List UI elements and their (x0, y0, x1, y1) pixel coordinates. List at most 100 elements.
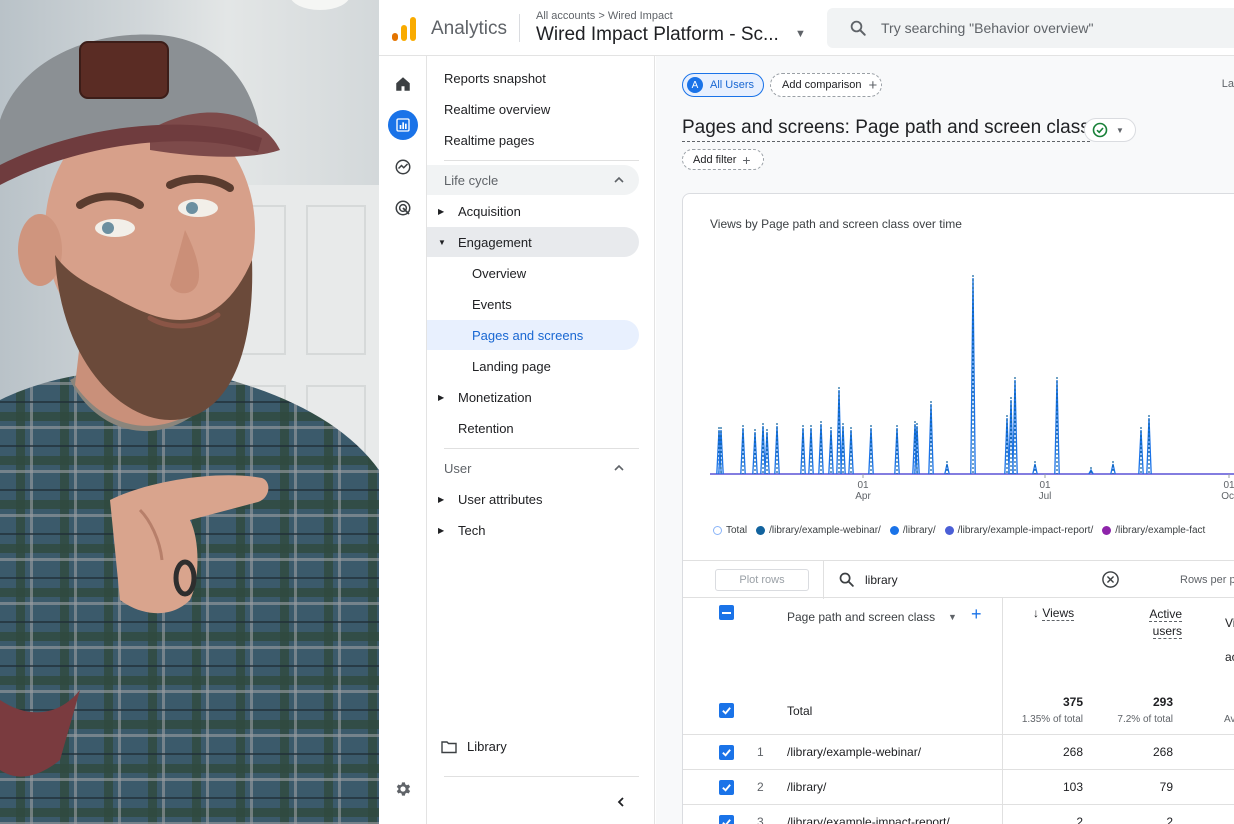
column-divider (1002, 805, 1003, 824)
legend-item-example-webinar[interactable]: /library/example-webinar/ (756, 525, 881, 536)
row-checkbox[interactable] (719, 780, 734, 795)
row-page-path[interactable]: /library/example-webinar/ (787, 745, 921, 759)
row-active-users: 79 (1159, 780, 1173, 794)
segment-chip-all-users[interactable]: A All Users (682, 73, 764, 97)
nav-item-realtime-pages[interactable]: Realtime pages (427, 125, 639, 155)
account-breadcrumb[interactable]: All accounts > Wired Impact (536, 10, 673, 22)
nav-section-life-cycle[interactable]: Life cycle (427, 165, 639, 195)
chart-legend: Total /library/example-webinar/ /library… (713, 525, 1214, 536)
collapse-nav-button[interactable] (609, 790, 633, 814)
table-row[interactable]: 2 /library/ 103 79 (683, 769, 1234, 805)
report-status-button[interactable]: ▼ (1084, 118, 1136, 142)
nav-section-user[interactable]: User (427, 453, 639, 483)
nav-item-user-attributes[interactable]: ▶ User attributes (427, 484, 639, 514)
nav-divider (444, 448, 639, 449)
report-main: A All Users Add comparison + La Pages an… (656, 56, 1234, 824)
legend-item-example-impact-report[interactable]: /library/example-impact-report/ (944, 525, 1093, 536)
nav-item-tech[interactable]: ▶ Tech (427, 515, 639, 545)
legend-swatch (889, 526, 899, 535)
column-header-dimension[interactable]: Page path and screen class (787, 610, 935, 624)
search-bar[interactable] (827, 8, 1234, 48)
header-divider (519, 14, 520, 42)
property-dropdown-icon[interactable]: ▼ (795, 28, 806, 40)
nav-item-engagement[interactable]: ▼ Engagement (427, 227, 639, 257)
add-dimension-button[interactable]: + (971, 604, 982, 625)
date-range-label[interactable]: La (1222, 78, 1234, 90)
nav-item-events[interactable]: Events (427, 289, 639, 319)
folder-icon (441, 740, 457, 753)
legend-item-example-fact[interactable]: /library/example-fact (1102, 525, 1205, 536)
total-avg-truncated: Avg -8 (1224, 714, 1234, 725)
checkmark-icon (722, 784, 731, 792)
row-number: 3 (757, 815, 764, 824)
column-header-views[interactable]: ↓ Views (1033, 606, 1075, 621)
checkmark-icon (722, 707, 731, 715)
row-number: 1 (757, 745, 764, 759)
x-tick-label-day: 01 (1039, 480, 1051, 491)
row-views: 103 (1062, 780, 1083, 794)
nav-item-reports-snapshot[interactable]: Reports snapshot (427, 63, 639, 93)
column-header-truncated[interactable]: Vi ac (1225, 606, 1234, 674)
row-active-users: 2 (1166, 815, 1173, 824)
app-header: Analytics All accounts > Wired Impact Wi… (379, 0, 1234, 56)
nav-item-retention[interactable]: Retention (427, 413, 639, 443)
legend-item-total[interactable]: Total (713, 525, 747, 536)
plot-rows-button[interactable]: Plot rows (715, 569, 809, 591)
nav-item-acquisition[interactable]: ▶ Acquisition (427, 196, 639, 226)
views-over-time-chart: 01Apr01Jul01Oct (710, 275, 1234, 502)
x-tick-label-month: Apr (855, 491, 871, 502)
legend-item-library[interactable]: /library/ (889, 525, 936, 536)
table-search-input[interactable] (865, 569, 1095, 591)
reports-icon[interactable] (388, 110, 418, 140)
explore-icon[interactable] (388, 152, 418, 182)
add-comparison-button[interactable]: Add comparison + (770, 73, 882, 97)
table-row[interactable]: 3 /library/example-impact-report/ 2 2 (683, 804, 1234, 824)
rows-per-page-label: Rows per p (1180, 574, 1234, 586)
row-page-path[interactable]: /library/ (787, 780, 826, 794)
clear-search-icon[interactable] (1101, 570, 1120, 589)
advertising-icon[interactable] (388, 193, 418, 223)
segment-avatar: A (687, 77, 703, 93)
property-selector[interactable]: Wired Impact Platform - Sc... (536, 24, 779, 46)
search-input[interactable] (881, 8, 1221, 48)
report-card: Views by Page path and screen class over… (682, 193, 1234, 824)
caret-right-icon: ▶ (438, 206, 445, 216)
search-icon (850, 20, 866, 36)
presenter-illustration (0, 34, 379, 824)
x-tick-label-month: Jul (1039, 491, 1052, 502)
chart-title: Views by Page path and screen class over… (710, 217, 962, 231)
nav-item-landing-page[interactable]: Landing page (427, 351, 639, 381)
total-row-checkbox[interactable] (719, 703, 734, 718)
home-icon[interactable] (388, 69, 418, 99)
column-divider (1002, 735, 1003, 770)
dimension-dropdown-icon[interactable]: ▼ (948, 612, 957, 622)
chevron-up-icon (614, 176, 624, 183)
table-row[interactable]: 1 /library/example-webinar/ 268 268 (683, 734, 1234, 770)
caret-down-icon: ▼ (1116, 125, 1124, 135)
nav-item-library[interactable]: Library (441, 739, 507, 754)
row-checkbox[interactable] (719, 745, 734, 760)
plus-icon: + (868, 76, 878, 94)
add-filter-button[interactable]: Add filter + (682, 149, 764, 170)
row-checkbox[interactable] (719, 815, 734, 824)
nav-item-pages-and-screens[interactable]: Pages and screens (427, 320, 639, 350)
caret-right-icon: ▶ (438, 494, 445, 504)
chevron-left-icon (617, 797, 624, 807)
caret-down-icon: ▼ (438, 237, 446, 247)
nav-item-monetization[interactable]: ▶ Monetization (427, 382, 639, 412)
x-tick-label-day: 01 (1223, 480, 1234, 491)
select-all-checkbox[interactable] (719, 605, 734, 620)
analytics-logo-icon (392, 17, 416, 41)
settings-gear-icon[interactable] (388, 774, 418, 804)
legend-swatch (756, 526, 766, 535)
row-views: 268 (1062, 745, 1083, 759)
row-page-path[interactable]: /library/example-impact-report/ (787, 815, 950, 824)
column-header-active-users[interactable]: Active users (1132, 606, 1182, 640)
nav-item-overview[interactable]: Overview (427, 258, 639, 288)
table-toolbar: Plot rows Rows per p (683, 560, 1234, 599)
nav-item-realtime-overview[interactable]: Realtime overview (427, 94, 639, 124)
webcam-presenter-panel (0, 0, 379, 824)
x-tick-label-month: Oct (1221, 491, 1234, 502)
check-circle-icon (1092, 122, 1108, 138)
nav-divider (444, 776, 639, 777)
